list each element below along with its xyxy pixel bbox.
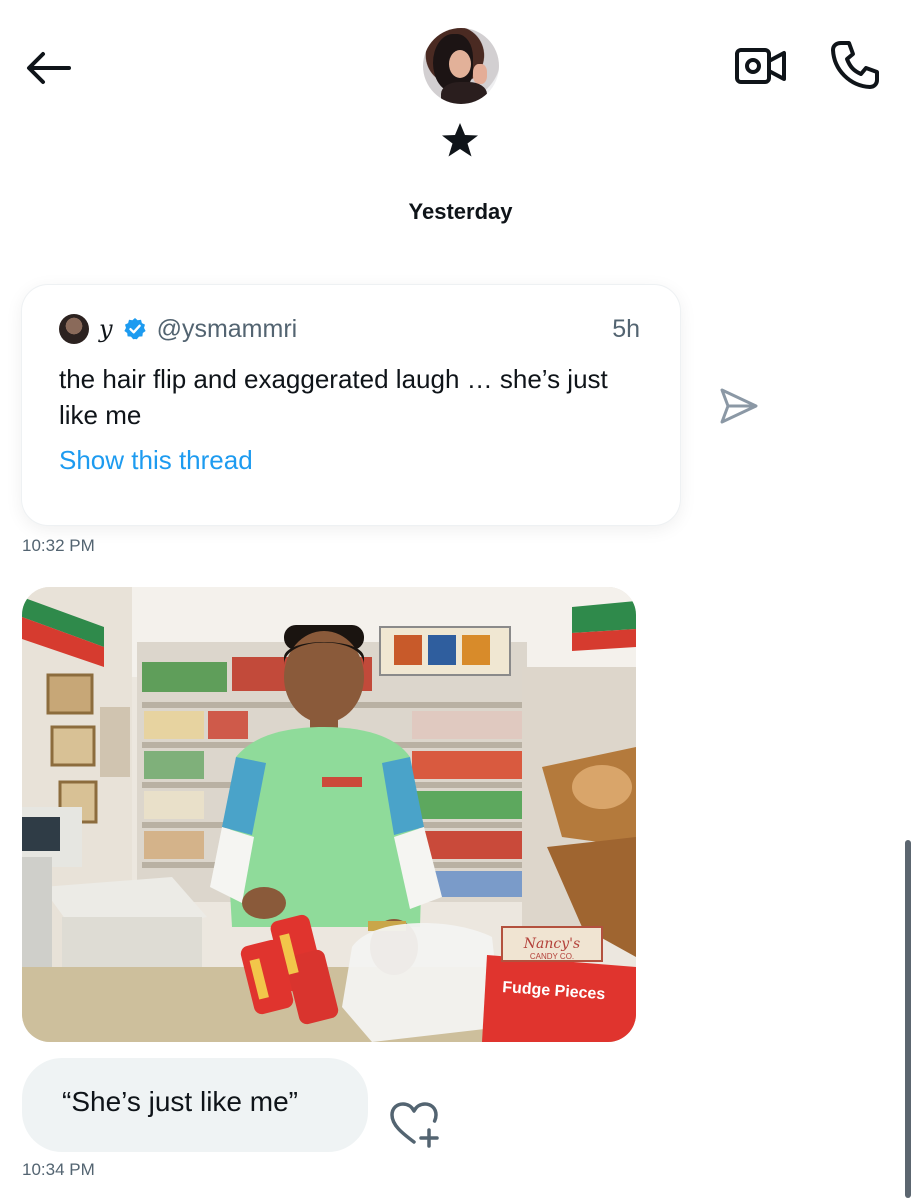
date-divider: Yesterday [408, 199, 513, 224]
photo-sign-brand: Nancy's [523, 936, 580, 952]
phone-icon [831, 41, 879, 89]
shared-tweet-card[interactable]: y @ysmammri 5h the hair flip and exagger… [22, 285, 680, 525]
video-call-button[interactable] [734, 44, 788, 88]
tweet-author-handle: @ysmammri [156, 314, 298, 343]
message-timestamp: 10:34 PM [22, 1160, 95, 1179]
show-thread-link[interactable]: Show this thread [59, 445, 253, 476]
photo-sign-brand-sub: CANDY CO. [530, 952, 574, 961]
message-text: “She’s just like me” [62, 1086, 299, 1117]
tweet-text: the hair flip and exaggerated laugh … sh… [59, 364, 608, 430]
tweet-author-avatar [59, 314, 89, 344]
arrow-left-icon [27, 52, 71, 84]
tweet-author-name: y [99, 315, 113, 343]
message-timestamp: 10:32 PM [22, 536, 95, 555]
conversation-avatar[interactable] [423, 28, 499, 104]
send-icon [720, 388, 758, 424]
verified-badge-icon [123, 318, 146, 340]
share-button[interactable] [716, 384, 762, 428]
star-icon [442, 123, 478, 157]
tweet-header: y @ysmammri [59, 313, 297, 345]
dm-conversation: Yesterday y @ysmammri 5h the hair flip a… [0, 0, 921, 1200]
voice-call-button[interactable] [828, 38, 882, 92]
heart-plus-icon [390, 1102, 439, 1148]
add-reaction-button[interactable] [388, 1100, 444, 1148]
back-button[interactable] [22, 42, 74, 94]
store-photo: Nancy's CANDY CO. Fudge Pieces [22, 587, 636, 1042]
message-bubble[interactable]: “She’s just like me” [22, 1058, 368, 1152]
scrollbar[interactable] [905, 840, 911, 1198]
video-camera-icon [735, 48, 786, 84]
photo-message[interactable]: Nancy's CANDY CO. Fudge Pieces [22, 587, 636, 1042]
tweet-age: 5h [612, 315, 640, 343]
